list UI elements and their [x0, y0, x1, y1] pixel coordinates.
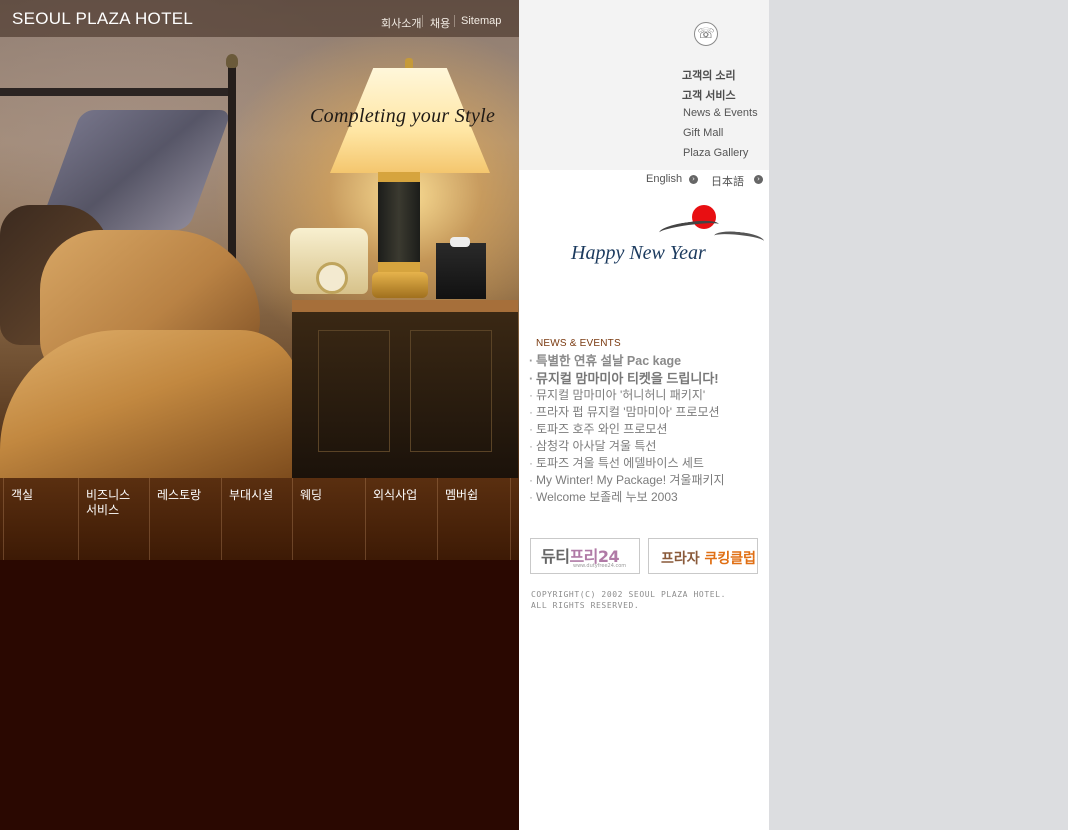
english-link[interactable]: English: [646, 173, 682, 185]
news-item[interactable]: 토파즈 겨울 특선 에델바이스 세트: [529, 455, 769, 472]
separator: [422, 15, 423, 27]
news-item[interactable]: 삼청각 아사달 겨울 특선: [529, 438, 769, 455]
quick-links-panel: [519, 0, 769, 170]
bedpost-finial: [226, 54, 238, 68]
new-year-greeting: Happy New Year: [571, 242, 706, 264]
company-info-link[interactable]: 회사소개: [381, 15, 421, 31]
copyright-line: ALL RIGHTS RESERVED.: [531, 601, 640, 610]
news-item[interactable]: 뮤지컬 맘마미아 티켓을 드립니다!: [529, 370, 769, 387]
cooking-club-title: 프라자 쿠킹클럽: [661, 548, 756, 568]
sitemap-link[interactable]: Sitemap: [461, 15, 501, 27]
tissue-box: [436, 243, 486, 299]
crane-icon: [713, 229, 765, 248]
separator: [454, 15, 455, 27]
main-menu: 객실 비즈니스 서비스 레스토랑 부대시설 웨딩 외식사업 멤버쉽: [0, 478, 519, 560]
hero-column: SEOUL PLAZA HOTEL 회사소개 채용 Sitemap Comple…: [0, 0, 519, 830]
brand-logo[interactable]: SEOUL PLAZA HOTEL: [12, 9, 193, 29]
japanese-link[interactable]: 日本語: [711, 173, 744, 189]
menu-item-restaurant[interactable]: 레스토랑: [149, 478, 221, 560]
news-heading: NEWS & EVENTS: [536, 338, 621, 349]
dutyfree-url: www.dutyfree24.com: [573, 563, 627, 569]
arrow-right-icon: ›: [754, 175, 763, 184]
hero-image: SEOUL PLAZA HOTEL 회사소개 채용 Sitemap Comple…: [0, 0, 519, 478]
crane-icon: [658, 217, 720, 240]
nightstand-panel: [318, 330, 390, 452]
menu-item-membership[interactable]: 멤버쉽: [437, 478, 511, 560]
telephone-dial: [316, 262, 348, 294]
news-item[interactable]: 뮤지컬 맘마미아 '허니허니 패키지': [529, 387, 769, 404]
recruit-link[interactable]: 채용: [430, 15, 450, 31]
news-item[interactable]: 토파즈 호주 와인 프로모션: [529, 421, 769, 438]
menu-item-rooms[interactable]: 객실: [3, 478, 79, 560]
arrow-right-icon: ›: [689, 175, 698, 184]
news-list: 특별한 연휴 설날 Pac kage 뮤지컬 맘마미아 티켓을 드립니다! 뮤지…: [529, 353, 769, 506]
cooking-club-banner[interactable]: 프라자 쿠킹클럽: [648, 538, 758, 574]
news-events-link[interactable]: News & Events: [683, 107, 758, 119]
copyright: COPYRIGHT(C) 2002 SEOUL PLAZA HOTEL. ALL…: [531, 589, 726, 611]
news-item[interactable]: My Winter! My Package! 겨울패키지: [529, 472, 769, 489]
lamp-base: [372, 272, 428, 298]
side-column: ☏ 고객의 소리 고객 서비스 News & Events Gift Mall …: [519, 0, 769, 830]
headboard-rail: [0, 88, 232, 96]
menu-item-wedding[interactable]: 웨딩: [292, 478, 365, 560]
hero-tagline: Completing your Style: [310, 105, 496, 127]
menu-item-catering[interactable]: 외식사업: [365, 478, 437, 560]
customer-voice-link[interactable]: 고객의 소리: [682, 67, 736, 83]
tissue: [450, 237, 470, 247]
news-item[interactable]: 프라자 펍 뮤지컬 '맘마미아' 프로모션: [529, 404, 769, 421]
gift-mall-link[interactable]: Gift Mall: [683, 127, 723, 139]
phone-icon[interactable]: ☏: [694, 22, 718, 46]
news-item[interactable]: 특별한 연휴 설날 Pac kage: [529, 353, 769, 370]
news-item[interactable]: Welcome 보졸레 누보 2003: [529, 489, 769, 506]
nightstand-panel: [410, 330, 492, 452]
cooking-club-accent: 쿠킹클럽: [704, 551, 757, 567]
dutyfree-main: 듀티: [541, 547, 570, 566]
menu-item-business-service[interactable]: 비즈니스 서비스: [78, 478, 149, 560]
menu-item-facilities[interactable]: 부대시설: [221, 478, 292, 560]
customer-service-link[interactable]: 고객 서비스: [682, 87, 736, 103]
cooking-club-main: 프라자: [661, 551, 700, 567]
lamp-body: [378, 172, 420, 272]
dutyfree-banner[interactable]: 듀티프리24 www.dutyfree24.com: [530, 538, 640, 574]
copyright-line: COPYRIGHT(C) 2002 SEOUL PLAZA HOTEL.: [531, 590, 726, 599]
plaza-gallery-link[interactable]: Plaza Gallery: [683, 147, 748, 159]
